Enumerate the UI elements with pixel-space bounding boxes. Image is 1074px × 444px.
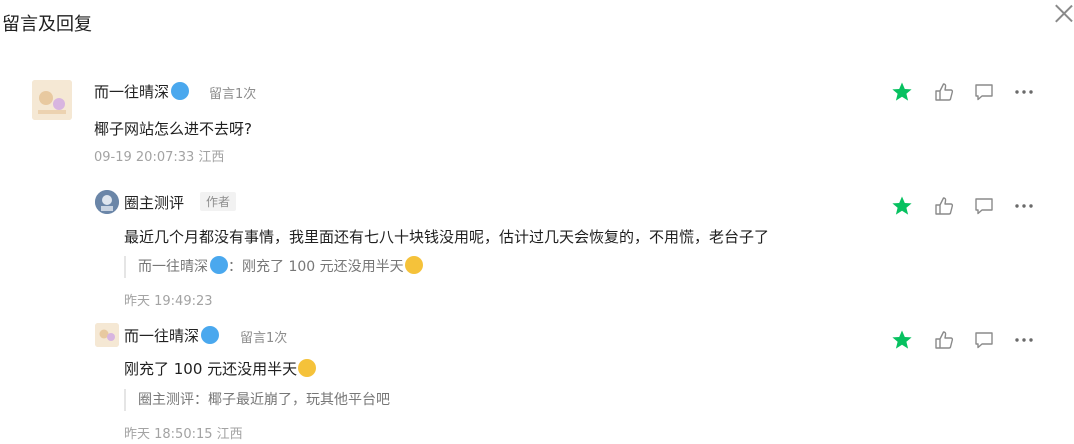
commenter-name[interactable]: 圈主测评 [124, 192, 184, 213]
emoji-icon [171, 82, 190, 100]
more-icon[interactable] [1012, 329, 1036, 351]
emoji-icon [404, 256, 423, 274]
reply-icon[interactable] [972, 329, 996, 351]
commenter-name[interactable]: 而一往晴深 [124, 325, 220, 346]
comment-actions [890, 329, 1040, 351]
comment-count-badge: 留言1次 [240, 331, 288, 346]
comment-text: 椰子网站怎么进不去呀? [94, 120, 252, 138]
comment-meta: 昨天 19:49:23 [124, 294, 213, 309]
comment-text: 刚充了 100 元还没用半天 [124, 358, 317, 379]
comment-meta: 昨天 18:50:15 江西 [124, 427, 243, 442]
avatar[interactable] [32, 80, 72, 120]
comment-meta: 09-19 20:07:33 江西 [94, 150, 225, 165]
page-title: 留言及回复 [2, 14, 92, 35]
star-icon[interactable] [890, 195, 914, 217]
commenter-name[interactable]: 而一往晴深 [94, 81, 190, 102]
commenter-name-text: 而一往晴深 [124, 327, 200, 345]
quoted-author: 而一往晴深 [138, 259, 208, 275]
avatar[interactable] [95, 190, 119, 214]
quoted-reply: 圈主测评：椰子最近崩了，玩其他平台吧 [124, 389, 390, 411]
thumbs-up-icon[interactable] [932, 195, 956, 217]
comment-actions [890, 195, 1040, 217]
comment-text: 最近几个月都没有事情，我里面还有七八十块钱没用呢，估计过几天会恢复的，不用慌，老… [124, 228, 770, 246]
emoji-icon [298, 359, 317, 377]
more-icon[interactable] [1012, 81, 1036, 103]
emoji-icon [210, 256, 228, 274]
quote-separator: ： [228, 259, 242, 275]
reply-icon[interactable] [972, 81, 996, 103]
close-icon[interactable] [1054, 3, 1074, 23]
thumbs-up-icon[interactable] [932, 81, 956, 103]
author-tag: 作者 [200, 192, 237, 211]
star-icon[interactable] [890, 329, 914, 351]
comment-actions [890, 81, 1040, 103]
quoted-text: 刚充了 100 元还没用半天 [242, 259, 404, 275]
star-icon[interactable] [890, 81, 914, 103]
emoji-icon [201, 326, 220, 344]
commenter-name-text: 而一往晴深 [94, 83, 170, 101]
reply-icon[interactable] [972, 195, 996, 217]
avatar[interactable] [95, 323, 119, 347]
comment-text-body: 刚充了 100 元还没用半天 [124, 360, 298, 378]
quoted-reply: 而一往晴深 ：刚充了 100 元还没用半天 [124, 256, 423, 278]
thumbs-up-icon[interactable] [932, 329, 956, 351]
more-icon[interactable] [1012, 195, 1036, 217]
comment-count-badge: 留言1次 [209, 87, 257, 102]
